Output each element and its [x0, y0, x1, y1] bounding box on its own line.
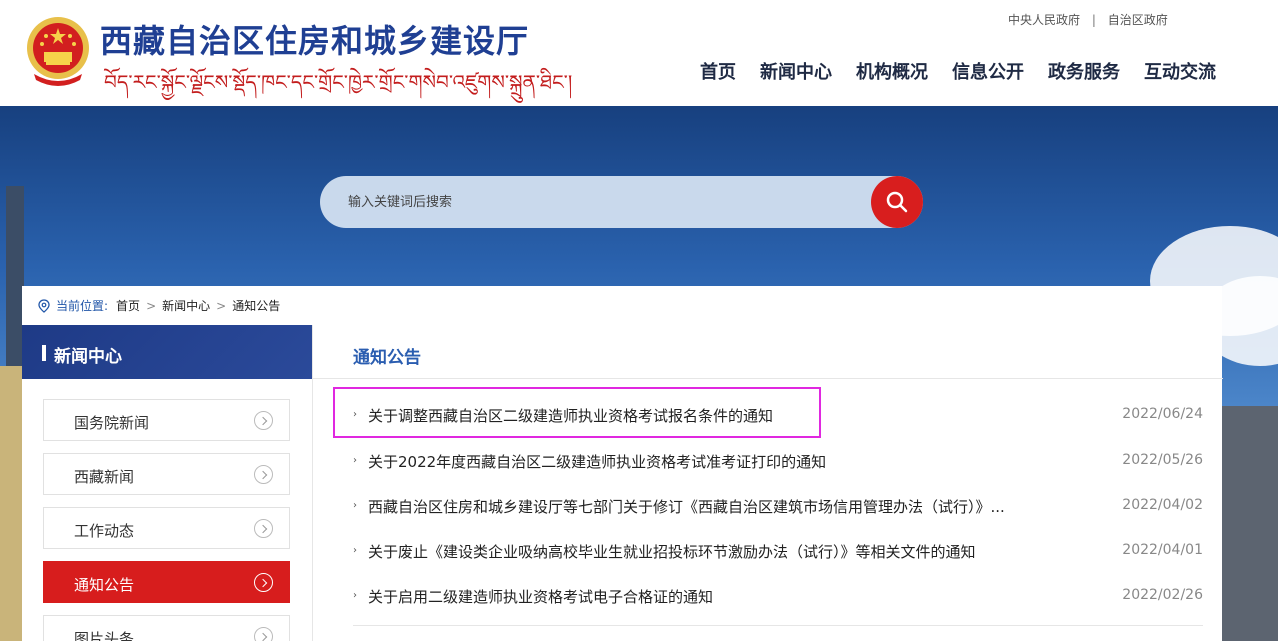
breadcrumb-notices[interactable]: 通知公告 [232, 297, 280, 314]
chevron-right-icon [254, 519, 273, 538]
search-icon [886, 191, 908, 213]
news-date: 2022/05/26 [1122, 452, 1203, 468]
banner-building-left [0, 366, 22, 641]
sidebar-item-label: 工作动态 [74, 522, 135, 540]
news-date: 2022/04/01 [1122, 542, 1203, 558]
sidebar-item-label: 图片头条 [74, 630, 135, 641]
nav-interaction[interactable]: 互动交流 [1144, 58, 1216, 84]
sidebar-item-notices[interactable]: 通知公告 [43, 561, 290, 603]
sidebar-item-photo-headlines[interactable]: 图片头条 [43, 615, 290, 641]
sidebar-header-bar [42, 345, 46, 361]
title-divider [313, 378, 1223, 379]
news-date: 2022/06/24 [1122, 406, 1203, 422]
sidebar-item-label: 国务院新闻 [74, 414, 150, 432]
news-title[interactable]: 关于2022年度西藏自治区二级建造师执业资格考试准考证打印的通知 [368, 451, 826, 472]
nav-organization[interactable]: 机构概况 [856, 58, 928, 84]
news-list-item[interactable]: › 关于2022年度西藏自治区二级建造师执业资格考试准考证打印的通知 2022/… [353, 450, 1203, 474]
breadcrumb-label: 当前位置: [56, 299, 109, 313]
breadcrumb-arrow: > [146, 298, 157, 313]
nav-home[interactable]: 首页 [700, 58, 736, 84]
sidebar-item-tibet-news[interactable]: 西藏新闻 [43, 453, 290, 495]
news-title[interactable]: 关于废止《建设类企业吸纳高校毕业生就业招投标环节激励办法（试行）》等相关文件的通… [368, 541, 976, 562]
sidebar-item-state-council-news[interactable]: 国务院新闻 [43, 399, 290, 441]
main-nav: 首页 新闻中心 机构概况 信息公开 政务服务 互动交流 [700, 58, 1240, 84]
news-title[interactable]: 关于启用二级建造师执业资格考试电子合格证的通知 [368, 586, 713, 607]
page-title: 通知公告 [353, 348, 421, 368]
chevron-right-icon [254, 573, 273, 592]
news-list-item[interactable]: › 关于废止《建设类企业吸纳高校毕业生就业招投标环节激励办法（试行）》等相关文件… [353, 540, 1203, 564]
bullet-icon: › [353, 545, 357, 556]
banner-building-right [1222, 406, 1278, 641]
bullet-icon: › [353, 455, 357, 466]
search-button[interactable] [871, 176, 923, 228]
main-content: 通知公告 › 关于调整西藏自治区二级建造师执业资格考试报名条件的通知 2022/… [312, 325, 1223, 641]
national-emblem-icon[interactable] [24, 14, 92, 88]
sidebar-item-label: 西藏新闻 [74, 468, 135, 486]
list-divider [353, 625, 1203, 626]
sidebar-header: 新闻中心 [22, 325, 312, 379]
location-pin-icon [38, 298, 50, 313]
sidebar: 新闻中心 国务院新闻 西藏新闻 工作动态 通知公告 图片头条 [22, 325, 312, 641]
news-list-item[interactable]: › 西藏自治区住房和城乡建设厅等七部门关于修订《西藏自治区建筑市场信用管理办法（… [353, 495, 1203, 519]
site-header: 西藏自治区住房和城乡建设厅 བོད་རང་སྐྱོང་ལྗོངས་སྡོད་ཁང… [0, 0, 1278, 106]
nav-news-center[interactable]: 新闻中心 [760, 58, 832, 84]
link-central-government[interactable]: 中央人民政府 [1008, 11, 1080, 28]
chevron-right-icon [254, 411, 273, 430]
link-regional-government[interactable]: 自治区政府 [1108, 11, 1168, 28]
sidebar-title: 新闻中心 [54, 347, 122, 367]
nav-gov-services[interactable]: 政务服务 [1048, 58, 1120, 84]
breadcrumb-home[interactable]: 首页 [116, 297, 140, 314]
search-input[interactable] [320, 176, 880, 228]
breadcrumb: 当前位置: 首页 > 新闻中心 > 通知公告 [38, 297, 280, 314]
bullet-icon: › [353, 409, 357, 420]
breadcrumb-news-center[interactable]: 新闻中心 [162, 297, 210, 314]
breadcrumb-arrow: > [216, 298, 227, 313]
news-list-item[interactable]: › 关于调整西藏自治区二级建造师执业资格考试报名条件的通知 2022/06/24 [353, 404, 1203, 428]
content-panel: 当前位置: 首页 > 新闻中心 > 通知公告 新闻中心 国务院新闻 西藏新闻 工… [22, 286, 1223, 641]
nav-info-disclosure[interactable]: 信息公开 [952, 58, 1024, 84]
chevron-right-icon [254, 627, 273, 641]
news-date: 2022/02/26 [1122, 587, 1203, 603]
top-links: 中央人民政府 | 自治区政府 [1008, 11, 1168, 28]
sidebar-item-work-updates[interactable]: 工作动态 [43, 507, 290, 549]
news-title[interactable]: 关于调整西藏自治区二级建造师执业资格考试报名条件的通知 [368, 405, 773, 426]
sidebar-item-label: 通知公告 [74, 576, 135, 594]
news-title[interactable]: 西藏自治区住房和城乡建设厅等七部门关于修订《西藏自治区建筑市场信用管理办法（试行… [368, 496, 1005, 517]
bullet-icon: › [353, 590, 357, 601]
chevron-right-icon [254, 465, 273, 484]
site-title[interactable]: 西藏自治区住房和城乡建设厅 [100, 16, 529, 62]
search-bar [320, 176, 923, 228]
news-date: 2022/04/02 [1122, 497, 1203, 513]
top-links-separator: | [1091, 13, 1096, 27]
news-list-item[interactable]: › 关于启用二级建造师执业资格考试电子合格证的通知 2022/02/26 [353, 585, 1203, 609]
bullet-icon: › [353, 500, 357, 511]
